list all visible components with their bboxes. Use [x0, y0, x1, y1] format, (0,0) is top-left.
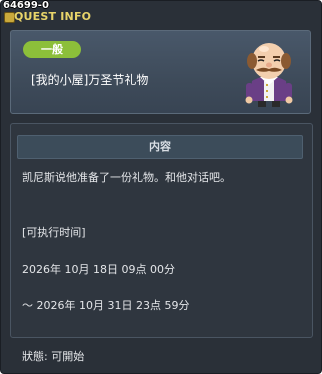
quest-status: 狀態: 可開始: [22, 350, 85, 363]
content-heading: 内容: [17, 135, 303, 159]
quest-description: 凯尼斯说他准备了一份礼物。和他对话吧。: [22, 171, 231, 184]
quest-info-window: 64699-0 QUEST INFO 一般 [我的小屋]万圣节礼物 内容 凯尼斯…: [0, 0, 322, 374]
npc-portrait-icon: [236, 37, 304, 111]
title-bar[interactable]: QUEST INFO: [1, 10, 321, 27]
end-time: ～ 2026年 10月 31日 23点 59分: [22, 299, 190, 312]
start-time: 2026年 10月 18日 09点 00分: [22, 263, 175, 276]
time-label: [可执行时间]: [22, 226, 86, 239]
quest-header-panel: 一般 [我的小屋]万圣节礼物: [10, 30, 311, 114]
quest-type-badge: 一般: [23, 41, 81, 58]
quest-title: [我的小屋]万圣节礼物: [31, 73, 149, 87]
window-title: QUEST INFO: [14, 10, 92, 23]
